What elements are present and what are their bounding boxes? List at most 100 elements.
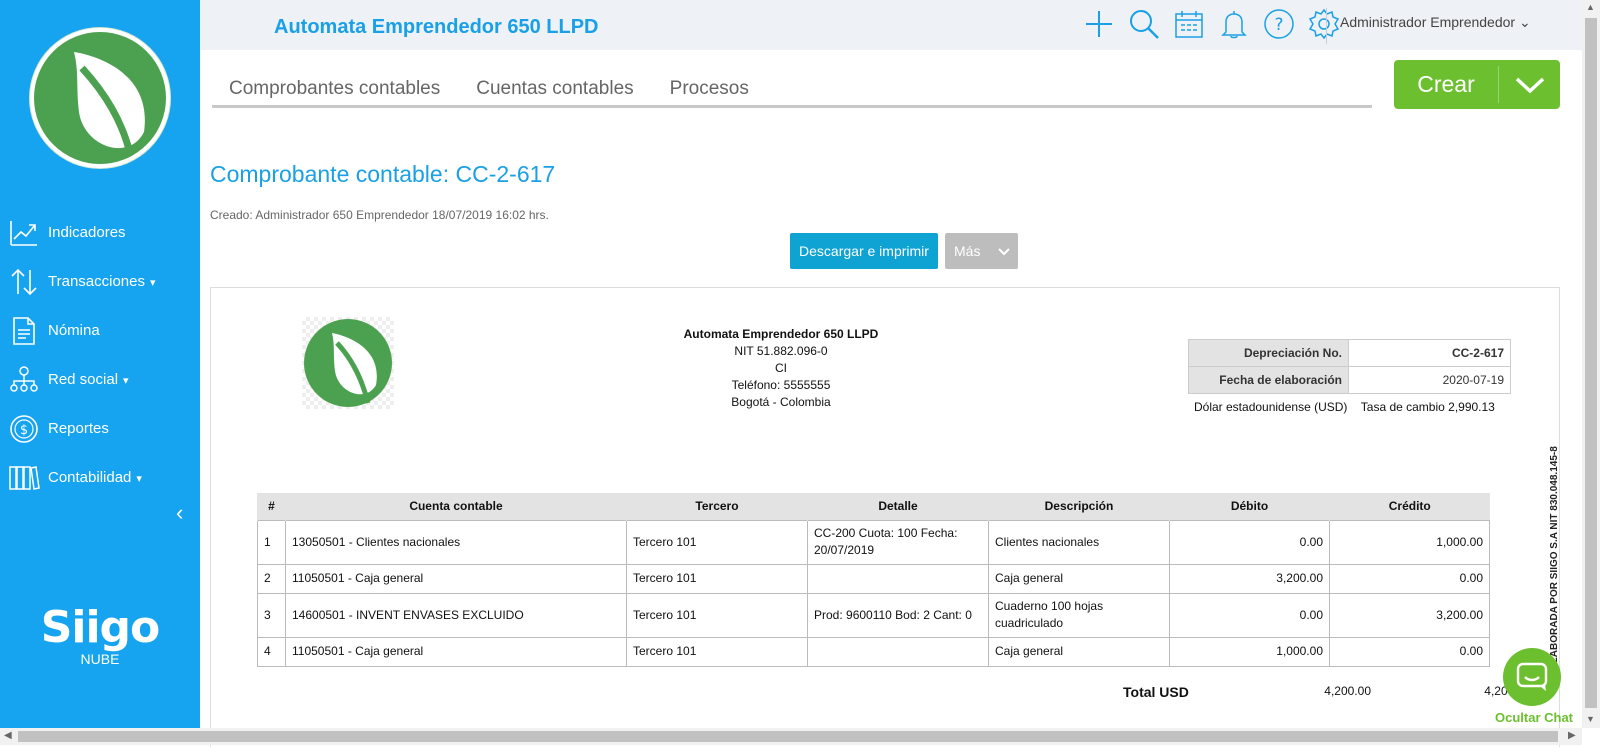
currency-info: Dólar estadounidense (USD) Tasa de cambi… <box>1194 400 1495 414</box>
search-icon[interactable] <box>1127 6 1160 42</box>
scroll-up-icon[interactable]: ▲ <box>1586 2 1595 12</box>
company-city: Bogotá - Colombia <box>731 395 831 409</box>
cell-description: Caja general <box>988 636 1170 667</box>
transfer-arrows-icon <box>8 266 40 298</box>
svg-text:?: ? <box>1274 15 1283 35</box>
chevron-down-icon[interactable] <box>1499 76 1560 94</box>
books-icon <box>8 462 40 494</box>
table-row: 2 11050501 - Caja general Tercero 101 Ca… <box>257 563 1490 594</box>
sidebar-item-label: Red social <box>48 371 119 388</box>
meta-value: 2020-07-19 <box>1348 366 1511 394</box>
plus-icon[interactable] <box>1082 6 1115 42</box>
cell-account: 14600501 - INVENT ENVASES EXCLUIDO <box>285 592 627 638</box>
hide-chat-link[interactable]: Ocultar Chat <box>1495 710 1573 725</box>
chevron-down-icon <box>998 243 1011 259</box>
sidebar-item-nomina[interactable]: Nómina <box>0 306 200 355</box>
cell-debit: 1,000.00 <box>1169 636 1330 667</box>
table-row: 3 14600501 - INVENT ENVASES EXCLUIDO Ter… <box>257 592 1490 638</box>
download-print-button[interactable]: Descargar e imprimir <box>790 233 938 269</box>
sidebar-item-red-social[interactable]: Red social ▾ <box>0 355 200 404</box>
bell-icon[interactable] <box>1217 6 1250 42</box>
cell-credit: 3,200.00 <box>1329 592 1490 638</box>
column-header: Detalle <box>807 493 989 520</box>
sidebar-item-indicadores[interactable]: Indicadores <box>0 208 200 257</box>
tab-cuentas-contables[interactable]: Cuentas contables <box>476 78 633 105</box>
horizontal-scrollbar[interactable]: ◀ ▶ <box>0 728 1582 745</box>
help-icon[interactable]: ? <box>1262 6 1295 42</box>
user-name: Administrador Emprendedor <box>1340 14 1516 30</box>
cell-third-party: Tercero 101 <box>626 563 808 594</box>
cell-debit: 0.00 <box>1169 592 1330 638</box>
cell-description: Caja general <box>988 563 1170 594</box>
currency-name: Dólar estadounidense (USD) <box>1194 400 1348 414</box>
tab-comprobantes-contables[interactable]: Comprobantes contables <box>229 78 440 105</box>
cell-index: 3 <box>257 592 286 638</box>
cell-credit: 1,000.00 <box>1329 519 1490 565</box>
total-debit: 4,200.00 <box>1324 684 1371 698</box>
cell-third-party: Tercero 101 <box>626 519 808 565</box>
document-logo <box>302 317 394 409</box>
cell-credit: 0.00 <box>1329 563 1490 594</box>
chat-icon <box>1516 662 1548 691</box>
scroll-left-icon[interactable]: ◀ <box>4 730 12 741</box>
sidebar-item-label: Indicadores <box>48 224 126 241</box>
voucher-document: Automata Emprendedor 650 LLPD NIT 51.882… <box>210 287 1560 747</box>
scroll-thumb[interactable] <box>18 731 1558 742</box>
cell-debit: 3,200.00 <box>1169 563 1330 594</box>
crear-button[interactable]: Crear <box>1394 60 1560 109</box>
cell-debit: 0.00 <box>1169 519 1330 565</box>
cell-description: Clientes nacionales <box>988 519 1170 565</box>
company-name: Automata Emprendedor 650 LLPD <box>683 327 879 341</box>
scroll-thumb[interactable] <box>1585 18 1597 708</box>
sidebar-item-label: Transacciones <box>48 273 145 290</box>
total-label: Total USD <box>1123 684 1189 700</box>
section-tabs: Comprobantes contables Cuentas contables… <box>212 78 1372 108</box>
cell-detail: Prod: 9600110 Bod: 2 Cant: 0 <box>807 592 989 638</box>
meta-row: Fecha de elaboración 2020-07-19 <box>1188 366 1511 394</box>
siigo-logo: Siigo NUBE <box>40 602 161 667</box>
gear-icon[interactable] <box>1307 6 1340 42</box>
sidebar: Indicadores Transacciones ▾ Nómina Red s… <box>0 0 200 728</box>
meta-row: Depreciación No. CC-2-617 <box>1188 339 1511 367</box>
sidebar-nav: Indicadores Transacciones ▾ Nómina Red s… <box>0 208 200 502</box>
vertical-scrollbar[interactable]: ▲ ▼ <box>1582 0 1600 728</box>
document-icon <box>8 315 40 347</box>
user-menu[interactable]: Administrador Emprendedor ⌄ <box>1340 14 1531 31</box>
leaf-icon <box>74 52 145 163</box>
cell-detail: CC-200 Cuota: 100 Fecha: 20/07/2019 <box>807 519 989 565</box>
company-info: Automata Emprendedor 650 LLPD NIT 51.882… <box>641 326 921 411</box>
cell-index: 1 <box>257 519 286 565</box>
chart-up-icon <box>8 217 40 249</box>
scroll-right-icon[interactable]: ▶ <box>1568 730 1576 741</box>
sidebar-item-contabilidad[interactable]: Contabilidad ▾ <box>0 453 200 502</box>
network-icon <box>8 364 40 396</box>
company-nit: NIT 51.882.096-0 <box>734 344 828 358</box>
cell-index: 4 <box>257 636 286 667</box>
svg-text:$: $ <box>20 423 28 438</box>
chevron-down-icon: ⌄ <box>1518 14 1531 30</box>
cell-account: 11050501 - Caja general <box>285 563 627 594</box>
chevron-down-icon: ▾ <box>136 473 142 485</box>
chat-button[interactable] <box>1503 648 1561 706</box>
cell-description: Cuaderno 100 hojas cuadriculado <box>988 592 1170 638</box>
voucher-meta-table: Depreciación No. CC-2-617 Fecha de elabo… <box>1188 339 1511 394</box>
company-logo[interactable] <box>30 28 170 168</box>
tab-procesos[interactable]: Procesos <box>670 78 749 105</box>
scroll-down-icon[interactable]: ▼ <box>1586 714 1595 724</box>
meta-value: CC-2-617 <box>1348 339 1511 367</box>
dollar-circle-icon: $ <box>8 413 40 445</box>
sidebar-item-reportes[interactable]: $ Reportes <box>0 404 200 453</box>
collapse-sidebar-button[interactable]: ‹ <box>176 500 183 526</box>
more-button[interactable]: Más <box>945 233 1018 269</box>
column-header: # <box>257 493 286 520</box>
meta-key: Depreciación No. <box>1188 339 1349 367</box>
cell-account: 13050501 - Clientes nacionales <box>285 519 627 565</box>
top-bar: Automata Emprendedor 650 LLPD ? Administ… <box>200 0 1582 50</box>
cell-third-party: Tercero 101 <box>626 636 808 667</box>
table-header-row: # Cuenta contable Tercero Detalle Descri… <box>257 493 1490 520</box>
sidebar-item-transacciones[interactable]: Transacciones ▾ <box>0 257 200 306</box>
calendar-icon[interactable] <box>1172 6 1205 42</box>
table-row: 1 13050501 - Clientes nacionales Tercero… <box>257 519 1490 565</box>
column-header: Débito <box>1169 493 1330 520</box>
sidebar-item-label: Reportes <box>48 420 109 437</box>
